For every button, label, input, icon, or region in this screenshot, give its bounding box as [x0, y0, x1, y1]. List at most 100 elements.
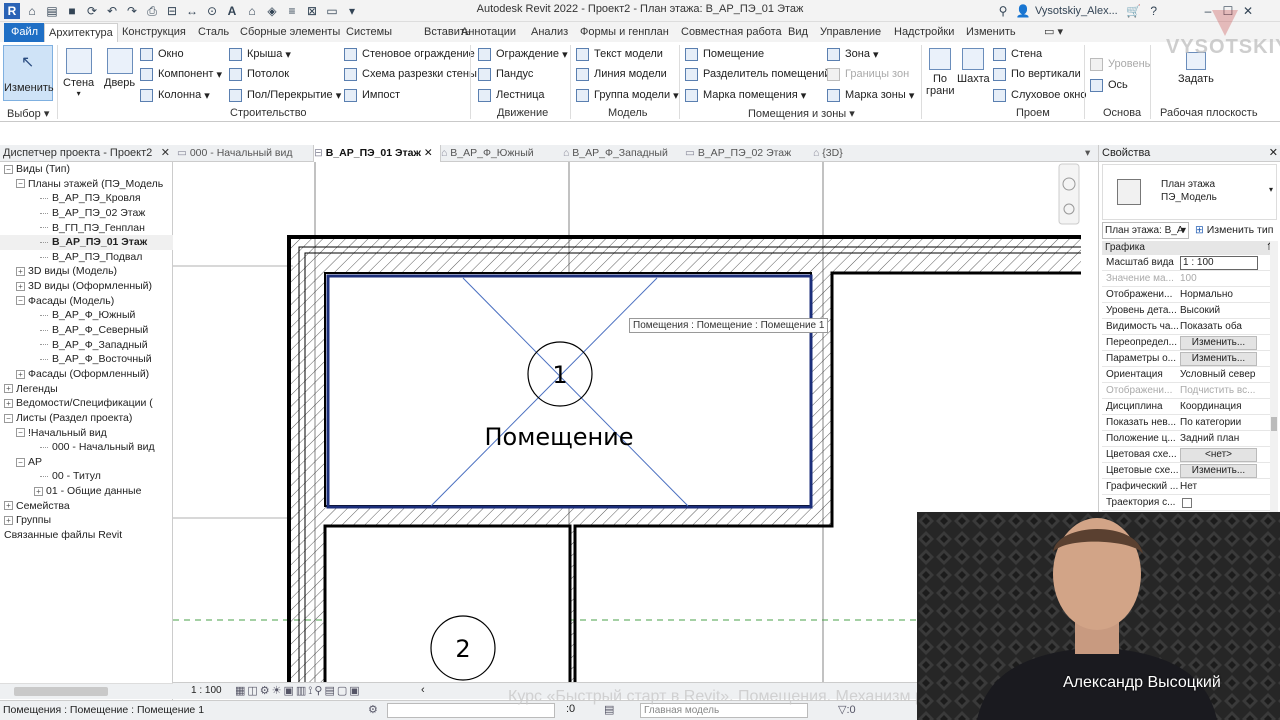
- browser-tree-item[interactable]: В_АР_ПЭ_Подвал: [0, 250, 173, 265]
- mullion-button[interactable]: Импост: [344, 87, 400, 103]
- browser-tree-item[interactable]: + Легенды: [0, 382, 173, 397]
- property-row[interactable]: Уровень дета... Высокий: [1102, 303, 1277, 319]
- ribbon-toggle-icon[interactable]: ▭ ▾: [1040, 23, 1067, 42]
- expand-icon[interactable]: +: [16, 267, 25, 277]
- model-text-button[interactable]: Текст модели: [576, 46, 663, 62]
- scroll-thumb[interactable]: [14, 687, 108, 696]
- level-button[interactable]: Уровень: [1090, 56, 1150, 72]
- browser-tree-item[interactable]: В_ГП_ПЭ_Генплан: [0, 221, 173, 236]
- dormer-button[interactable]: Слуховое окно: [993, 87, 1087, 103]
- browser-tree-item[interactable]: − Листы (Раздел проекта): [0, 411, 173, 426]
- area-boundary-button[interactable]: Границы зон: [827, 66, 909, 82]
- ribbon-tab[interactable]: Файл: [4, 23, 46, 42]
- search-icon[interactable]: ⚲: [995, 3, 1011, 19]
- browser-tree-item[interactable]: В_АР_Ф_Западный: [0, 338, 173, 353]
- close-icon[interactable]: ✕: [1240, 3, 1256, 19]
- instance-selector[interactable]: План этажа: В_А ▾: [1102, 222, 1189, 239]
- browser-tree-item[interactable]: В_АР_Ф_Восточный: [0, 352, 173, 367]
- property-row[interactable]: Отображени... Нормально: [1102, 287, 1277, 303]
- browser-tree-item[interactable]: + Фасады (Оформленный): [0, 367, 173, 382]
- browser-tree-item[interactable]: Связанные файлы Revit: [0, 528, 173, 543]
- browser-tree-item[interactable]: + Группы: [0, 513, 173, 528]
- ribbon-tab[interactable]: Анализ: [527, 23, 572, 42]
- collapse-icon[interactable]: −: [16, 428, 25, 438]
- help-icon[interactable]: ?: [1146, 3, 1162, 19]
- type-selector[interactable]: План этажа ПЭ_Модель ▾: [1102, 164, 1277, 220]
- property-row[interactable]: Дисциплина Координация: [1102, 399, 1277, 415]
- browser-tree-item[interactable]: В_АР_Ф_Южный: [0, 308, 173, 323]
- property-row[interactable]: Видимость ча... Показать оба: [1102, 319, 1277, 335]
- view-scale[interactable]: 1 : 100: [191, 685, 222, 696]
- expand-icon[interactable]: +: [16, 281, 25, 291]
- close-icon[interactable]: ✕: [1269, 145, 1278, 162]
- railing-button[interactable]: Ограждение ▾: [478, 46, 568, 62]
- view-controls-icons[interactable]: ▦◫⚙☀▣▥⟟⚲▤▢▣: [235, 684, 362, 698]
- expand-icon[interactable]: +: [4, 516, 13, 526]
- ribbon-tab[interactable]: Аннотации: [457, 23, 520, 42]
- browser-tree-item[interactable]: + Семейства: [0, 499, 173, 514]
- property-row[interactable]: Положение ц... Задний план: [1102, 431, 1277, 447]
- expand-icon[interactable]: +: [16, 369, 25, 379]
- roof-button[interactable]: Крыша ▾: [229, 46, 291, 62]
- by-face-button[interactable]: По грани: [926, 48, 954, 97]
- floor-button[interactable]: Пол/Перекрытие ▾: [229, 87, 341, 103]
- vertical-opening-button[interactable]: По вертикали: [993, 66, 1081, 82]
- ramp-button[interactable]: Пандус: [478, 66, 533, 82]
- scroll-left-icon[interactable]: ‹: [421, 684, 425, 696]
- tabs-menu-icon[interactable]: ▾: [1085, 145, 1090, 162]
- wall-button[interactable]: Стена ▾: [63, 48, 94, 98]
- property-row[interactable]: Показать нев... По категории: [1102, 415, 1277, 431]
- room-tag-button[interactable]: Марка помещения ▾: [685, 87, 806, 103]
- rooms-panel-label[interactable]: Помещения и зоны ▾: [748, 107, 855, 120]
- collapse-icon[interactable]: −: [4, 164, 13, 174]
- expand-icon[interactable]: +: [4, 384, 13, 394]
- browser-tree-item[interactable]: + Ведомости/Спецификации (: [0, 396, 173, 411]
- worksets-icon[interactable]: ⚙: [368, 703, 378, 716]
- browser-scrollbar[interactable]: [0, 683, 173, 699]
- edit-type-button[interactable]: ⊞ Изменить тип: [1195, 222, 1273, 239]
- model-line-button[interactable]: Линия модели: [576, 66, 667, 82]
- shaft-button[interactable]: Шахта: [957, 48, 990, 85]
- property-row[interactable]: Отображени... Подчистить вс...: [1102, 383, 1277, 399]
- properties-scrollbar[interactable]: [1270, 241, 1278, 517]
- ribbon-tab[interactable]: Надстройки: [890, 23, 958, 42]
- browser-tree-item[interactable]: В_АР_ПЭ_Кровля: [0, 191, 173, 206]
- user-name[interactable]: Vysotskiy_Alex...: [1035, 5, 1118, 17]
- curtain-grid-button[interactable]: Схема разрезки стены: [344, 66, 477, 82]
- view-tab[interactable]: ▭ 000 - Начальный вид: [177, 145, 309, 162]
- expand-icon[interactable]: +: [34, 486, 43, 496]
- curtain-wall-button[interactable]: Стеновое ограждение: [344, 46, 475, 62]
- grid-button[interactable]: Ось: [1090, 77, 1128, 93]
- collapse-icon[interactable]: −: [16, 179, 25, 189]
- modify-button[interactable]: ↖ Изменить: [3, 45, 54, 101]
- browser-tree-item[interactable]: +3D виды (Оформленный): [0, 279, 173, 294]
- area-button[interactable]: Зона ▾: [827, 46, 879, 62]
- property-edit-button[interactable]: Изменить...: [1180, 352, 1257, 366]
- view-tab[interactable]: ⌂ В_АР_Ф_Южный: [441, 145, 561, 162]
- ribbon-tab[interactable]: Управление: [816, 23, 885, 42]
- browser-tree-item[interactable]: − !Начальный вид: [0, 426, 173, 441]
- door-button[interactable]: Дверь: [104, 48, 135, 89]
- property-row[interactable]: Цветовая схе... <нет>: [1102, 447, 1277, 463]
- property-row[interactable]: Ориентация Условный север: [1102, 367, 1277, 383]
- cart-icon[interactable]: 🛒: [1126, 3, 1142, 19]
- expand-icon[interactable]: +: [4, 501, 13, 511]
- column-button[interactable]: Колонна ▾: [140, 87, 210, 103]
- ribbon-tab[interactable]: Сборные элементы: [236, 23, 344, 42]
- property-row[interactable]: Переопредел... Изменить...: [1102, 335, 1277, 351]
- room-button[interactable]: Помещение: [685, 46, 764, 62]
- close-icon[interactable]: ✕: [161, 145, 170, 162]
- ribbon-tab[interactable]: Вид: [784, 23, 812, 42]
- browser-tree-item[interactable]: +3D виды (Модель): [0, 264, 173, 279]
- browser-tree-item[interactable]: 00 - Титул: [0, 469, 173, 484]
- view-tab[interactable]: ⌂ {3D}: [813, 145, 873, 162]
- collapse-icon[interactable]: −: [16, 296, 25, 306]
- browser-tree-item[interactable]: В_АР_Ф_Северный: [0, 323, 173, 338]
- property-row[interactable]: Значение ма... 100: [1102, 271, 1277, 287]
- property-row[interactable]: Параметры о... Изменить...: [1102, 351, 1277, 367]
- browser-tree-item[interactable]: − АР: [0, 455, 173, 470]
- property-row[interactable]: Траектория с...: [1102, 495, 1277, 511]
- browser-tree-item[interactable]: 000 - Начальный вид: [0, 440, 173, 455]
- property-checkbox[interactable]: [1182, 498, 1192, 508]
- collapse-icon[interactable]: −: [16, 457, 25, 467]
